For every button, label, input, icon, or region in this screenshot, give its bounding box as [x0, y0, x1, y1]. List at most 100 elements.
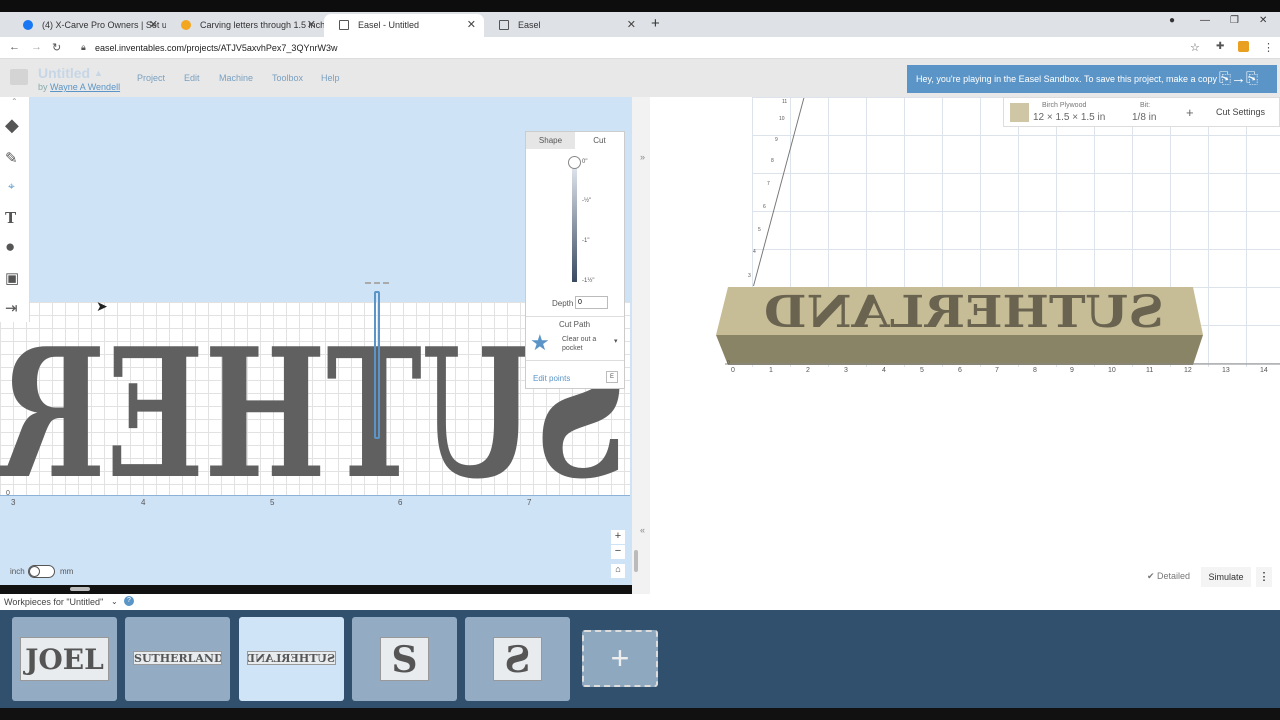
detailed-toggle[interactable]: ✔ Detailed [1147, 571, 1190, 582]
chevron-down-icon[interactable]: ▾ [614, 337, 618, 345]
selected-shape-outline[interactable] [374, 291, 380, 439]
menu-help[interactable]: Help [321, 73, 340, 83]
bit-value[interactable]: 1/8 in [1132, 112, 1156, 123]
extensions-icon[interactable]: ✚ [1216, 41, 1224, 52]
copy-project-icon: ⎘→⎘ [1219, 70, 1259, 87]
preview-ruler-tick: 0 [727, 360, 730, 366]
preview-ruler-tick: 7 [767, 181, 770, 187]
workpiece-thumbnail[interactable]: S [352, 617, 457, 701]
preview-ruler-tick: 12 [1184, 367, 1192, 374]
divider [526, 360, 624, 361]
menu-project[interactable]: Project [137, 73, 165, 83]
pen-icon[interactable]: ✎ [5, 149, 18, 167]
depth-mark: -1½" [582, 278, 595, 284]
collapse-panel-icon[interactable]: « [640, 525, 645, 535]
home-icon[interactable]: ⌂ [611, 564, 625, 578]
extension-icon[interactable] [1238, 41, 1249, 52]
toggle-knob [29, 566, 40, 577]
cut-settings-button[interactable]: Cut Settings [1216, 107, 1265, 117]
workpiece-thumbnail[interactable]: SUTHERLAND [125, 617, 230, 701]
material-swatch[interactable] [1010, 103, 1029, 122]
preview-ruler-tick: 8 [771, 158, 774, 164]
shapes-icon[interactable]: ◆ [5, 115, 19, 136]
menu-edit[interactable]: Edit [184, 73, 200, 83]
apps-apple-icon[interactable]: ● [5, 237, 15, 257]
depth-slider-handle[interactable] [568, 156, 581, 169]
sandbox-message: Hey, you're playing in the Easel Sandbox… [916, 74, 1218, 84]
menu-toolbox[interactable]: Toolbox [272, 73, 303, 83]
workpiece-thumbnail[interactable]: JOEL [12, 617, 117, 701]
browser-profile-icon[interactable]: ● [1169, 15, 1175, 26]
text-tool-icon[interactable]: T [5, 209, 16, 227]
expand-panel-icon[interactable]: » [640, 152, 645, 162]
close-icon[interactable]: ✕ [149, 18, 158, 31]
preview-ruler-tick: 5 [758, 227, 761, 233]
ruler-tick-label: 5 [270, 498, 275, 507]
edit-points-link[interactable]: Edit points [533, 374, 570, 383]
detailed-label: Detailed [1157, 571, 1191, 581]
workpiece-thumbnail[interactable]: SUTHERLAND [239, 617, 344, 701]
preview-ruler-tick: 11 [782, 99, 788, 105]
unit-toggle[interactable] [28, 565, 55, 578]
workpiece-thumbnail[interactable]: S [465, 617, 570, 701]
workpiece-preview-text: JOEL [20, 637, 109, 681]
easel-logo-icon[interactable] [10, 69, 28, 85]
project-title[interactable]: Untitled [38, 65, 90, 81]
tab-shape[interactable]: Shape [526, 132, 575, 149]
x-ruler-line [0, 495, 630, 496]
material-name[interactable]: Birch Plywood [1042, 102, 1086, 109]
help-icon[interactable]: ? [124, 596, 134, 606]
sandbox-banner[interactable]: Hey, you're playing in the Easel Sandbox… [907, 65, 1277, 93]
screen-bottom-edge [0, 708, 1280, 720]
box-3d-icon[interactable]: ▣ [5, 269, 19, 287]
browser-tab-active[interactable]: Easel - Untitled ✕ [324, 14, 484, 37]
more-options-icon[interactable]: ⋮ [1256, 567, 1272, 587]
preview-ruler-tick: 10 [1108, 367, 1116, 374]
target-icon[interactable]: ⌖ [8, 179, 15, 194]
reload-icon[interactable]: ↻ [52, 41, 61, 54]
browser-tab[interactable]: (4) X-Carve Pro Owners | Set up ✕ [8, 14, 166, 37]
cut-path-select[interactable]: Clear out a pocket [562, 335, 606, 353]
material-size[interactable]: 12 × 1.5 × 1.5 in [1033, 112, 1105, 123]
minimize-icon[interactable]: — [1200, 15, 1210, 26]
back-icon[interactable]: ← [9, 41, 20, 53]
zoom-out-button[interactable]: − [611, 545, 625, 559]
window-close-icon[interactable]: ✕ [1259, 15, 1267, 26]
browser-tab[interactable]: Easel ✕ [484, 14, 644, 37]
tab-cut[interactable]: Cut [575, 132, 624, 149]
menu-machine[interactable]: Machine [219, 73, 253, 83]
browser-menu-icon[interactable]: ⋮ [1263, 41, 1274, 54]
depth-slider[interactable] [572, 160, 577, 282]
shortcut-key: E [606, 371, 618, 383]
close-icon[interactable]: ✕ [467, 18, 476, 31]
bit-label: Bit: [1140, 102, 1151, 109]
horizontal-scrollbar[interactable] [70, 587, 90, 591]
import-icon[interactable]: ⇥ [5, 299, 18, 317]
url-text[interactable]: easel.inventables.com/projects/ATJV5axvh… [95, 43, 337, 53]
easel-icon [499, 20, 509, 30]
close-icon[interactable]: ✕ [307, 18, 316, 31]
ruler-tick-label: 4 [141, 498, 146, 507]
selection-handles[interactable] [365, 282, 389, 286]
collapse-icon[interactable]: ⌃ [11, 97, 18, 106]
workpieces-header[interactable]: Workpieces for "Untitled" [4, 597, 103, 607]
material-bar: Birch Plywood 12 × 1.5 × 1.5 in Bit: 1/8… [1003, 97, 1280, 127]
new-tab-icon[interactable]: + [651, 15, 660, 32]
vertical-scrollbar[interactable] [634, 550, 638, 572]
cut-path-label: Cut Path [559, 320, 591, 329]
browser-tab[interactable]: Carving letters through 1.5 inch ✕ [166, 14, 324, 37]
ruler-tick-label: 6 [398, 498, 403, 507]
simulate-button[interactable]: Simulate [1201, 567, 1251, 587]
restore-icon[interactable]: ❐ [1230, 15, 1239, 26]
depth-mark: 0" [582, 159, 588, 165]
bookmark-star-icon[interactable]: ☆ [1190, 41, 1200, 54]
zoom-in-button[interactable]: + [611, 530, 625, 544]
add-workpiece-button[interactable]: + [582, 630, 658, 687]
author-link[interactable]: Wayne A Wendell [50, 82, 120, 92]
close-icon[interactable]: ✕ [627, 18, 636, 31]
depth-input[interactable] [575, 296, 608, 309]
panel-divider[interactable] [632, 97, 650, 594]
forward-icon[interactable]: → [31, 41, 42, 53]
chevron-down-icon[interactable]: ⌄ [111, 597, 118, 606]
add-bit-icon[interactable]: + [1186, 105, 1194, 120]
